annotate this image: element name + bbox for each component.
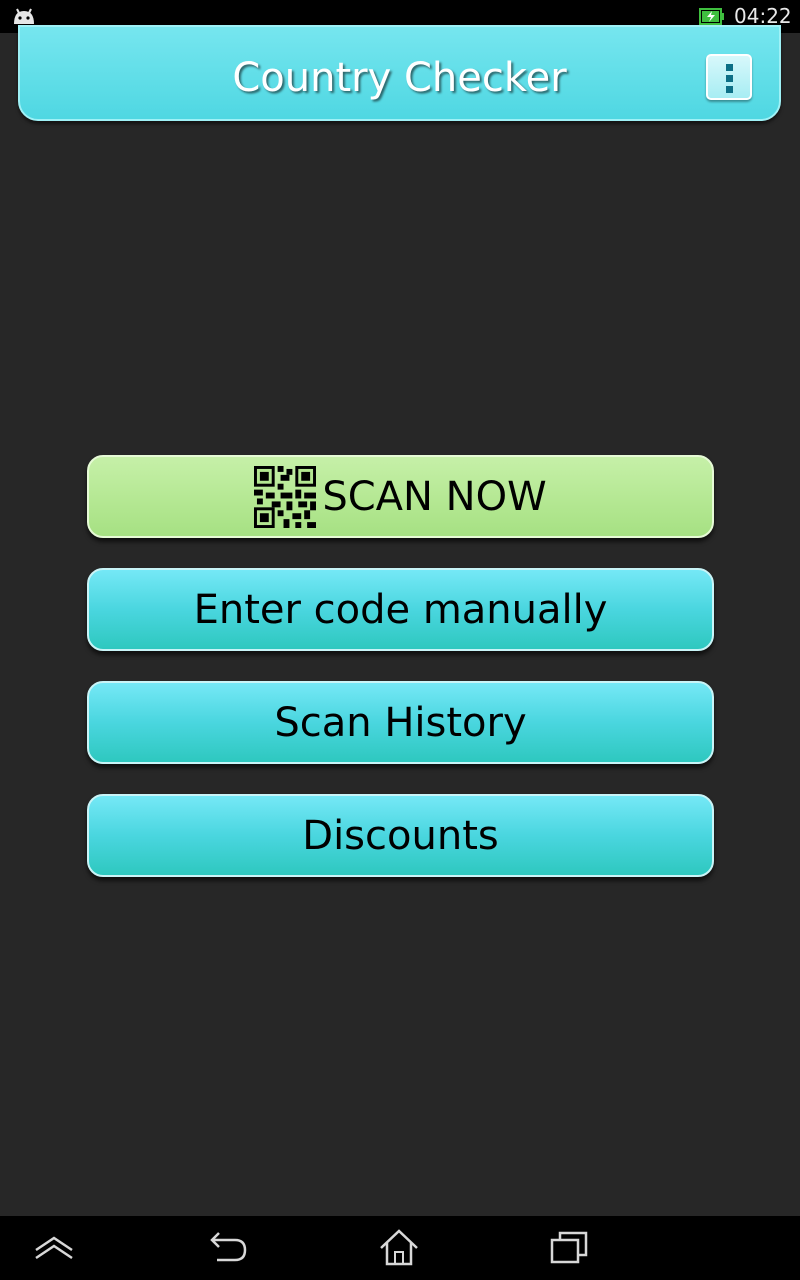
recent-apps-icon[interactable] [548, 1228, 592, 1268]
home-icon[interactable] [377, 1228, 421, 1268]
overflow-menu-button[interactable] [706, 54, 752, 100]
discounts-button[interactable]: Discounts [87, 794, 714, 877]
scan-history-button[interactable]: Scan History [87, 681, 714, 764]
app-title: Country Checker [232, 55, 567, 101]
app-header: Country Checker [18, 25, 781, 121]
navigation-bar [0, 1216, 800, 1280]
scan-now-button[interactable]: SCAN NOW [87, 455, 714, 538]
app-screen: 04:22 Country Checker SCAN NOW Enter cod… [0, 0, 800, 1280]
back-icon[interactable] [207, 1228, 251, 1268]
enter-code-button[interactable]: Enter code manually [87, 568, 714, 651]
collapse-icon[interactable] [32, 1228, 76, 1268]
enter-code-label: Enter code manually [193, 586, 608, 633]
qr-code-icon [254, 465, 317, 528]
scan-now-label: SCAN NOW [322, 473, 547, 520]
discounts-label: Discounts [302, 812, 499, 859]
scan-history-label: Scan History [274, 699, 527, 746]
